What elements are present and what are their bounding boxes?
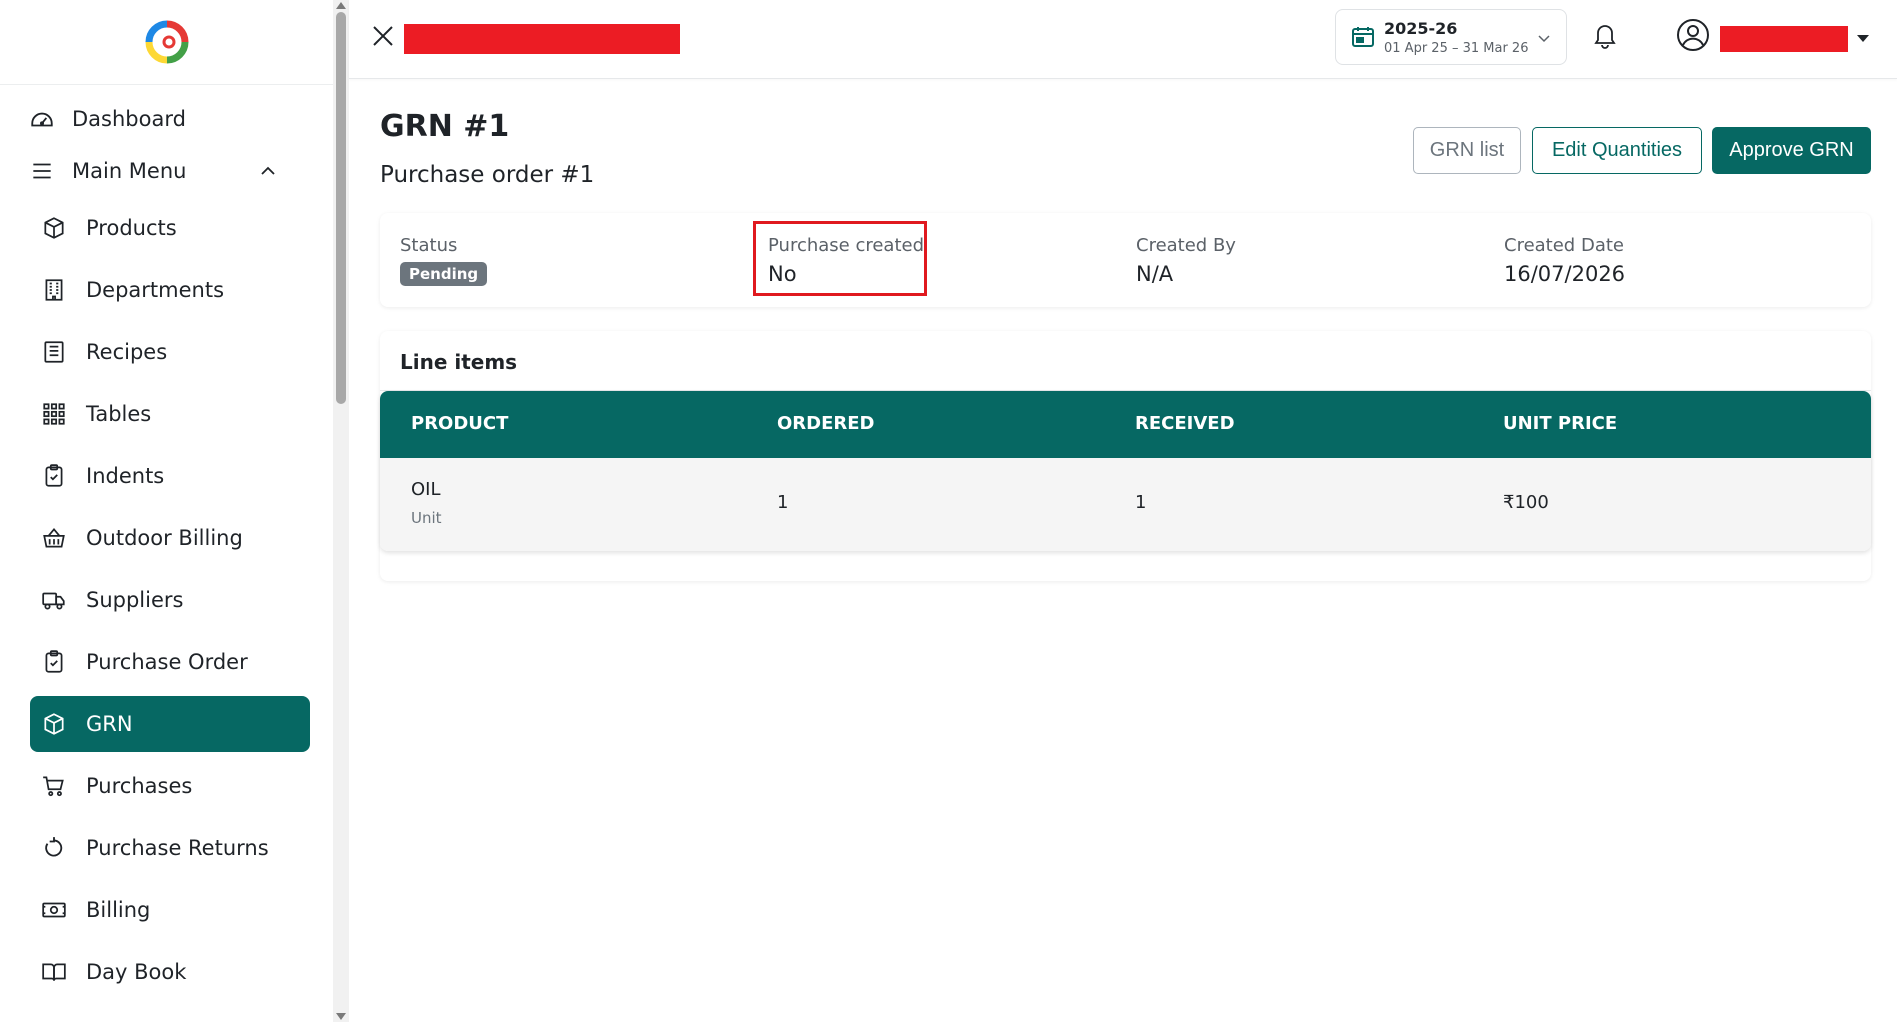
status-label: Status xyxy=(400,235,458,256)
sidebar-item-departments[interactable]: Departments xyxy=(30,262,310,318)
unit-price-value: ₹100 xyxy=(1503,492,1549,513)
book-icon xyxy=(40,958,68,986)
grn-list-button[interactable]: GRN list xyxy=(1413,127,1521,174)
page-title: GRN #1 xyxy=(380,109,510,144)
received-value: 1 xyxy=(1135,492,1147,513)
sidebar-item-label: Departments xyxy=(86,278,225,302)
column-header-product: PRODUCT xyxy=(411,413,509,434)
column-header-unit-price: UNIT PRICE xyxy=(1503,413,1618,434)
financial-year-selector[interactable]: 2025-26 01 Apr 25 – 31 Mar 26 xyxy=(1335,9,1567,65)
edit-quantities-button[interactable]: Edit Quantities xyxy=(1532,127,1702,174)
sidebar-scrollbar[interactable] xyxy=(333,0,349,1022)
sidebar-item-products[interactable]: Products xyxy=(30,200,310,256)
sidebar-item-purchase-order[interactable]: Purchase Order xyxy=(30,634,310,690)
main-content: GRN #1 Purchase order #1 GRN list Edit Q… xyxy=(349,79,1897,1022)
created-date-value: 16/07/2026 xyxy=(1504,262,1626,286)
highlight-box xyxy=(753,221,927,296)
cash-icon xyxy=(40,896,68,924)
sidebar-item-label: Purchases xyxy=(86,774,193,798)
sidebar-item-day-book[interactable]: Day Book xyxy=(30,944,310,1000)
sidebar-item-label: Outdoor Billing xyxy=(86,526,243,550)
sidebar-item-label: Indents xyxy=(86,464,165,488)
sidebar-item-purchase-returns[interactable]: Purchase Returns xyxy=(30,820,310,876)
sidebar-item-tables[interactable]: Tables xyxy=(30,386,310,442)
scroll-up-icon[interactable] xyxy=(336,2,346,9)
building-icon xyxy=(40,276,68,304)
sidebar-item-label: Billing xyxy=(86,898,151,922)
sidebar-item-label: Recipes xyxy=(86,340,168,364)
fy-year: 2025-26 xyxy=(1384,19,1458,38)
redacted-username xyxy=(1720,26,1848,52)
created-by-label: Created By xyxy=(1136,235,1236,256)
topbar: 2025-26 01 Apr 25 – 31 Mar 26 xyxy=(349,0,1897,79)
calendar-icon xyxy=(1352,27,1374,47)
product-name: OIL xyxy=(411,479,441,500)
recipe-icon xyxy=(40,338,68,366)
sidebar-item-main-menu[interactable]: Main Menu xyxy=(18,143,298,199)
sidebar-item-label: Dashboard xyxy=(72,107,186,131)
box-icon xyxy=(40,710,68,738)
app-logo-icon[interactable] xyxy=(145,20,189,64)
sidebar-item-billing[interactable]: Billing xyxy=(30,882,310,938)
sidebar-item-indents[interactable]: Indents xyxy=(30,448,310,504)
grn-info-card: Status Pending Purchase created No Creat… xyxy=(380,213,1871,307)
clipboard-icon xyxy=(40,462,68,490)
user-avatar-icon[interactable] xyxy=(1676,18,1710,52)
sidebar-item-recipes[interactable]: Recipes xyxy=(30,324,310,380)
menu-icon xyxy=(28,157,56,185)
chevron-down-icon xyxy=(1538,35,1550,43)
sidebar-item-label: GRN xyxy=(86,712,133,736)
truck-icon xyxy=(40,586,68,614)
line-items-table: PRODUCT ORDERED RECEIVED UNIT PRICE OIL … xyxy=(380,391,1871,551)
ordered-value: 1 xyxy=(777,492,789,513)
return-icon xyxy=(40,834,68,862)
sidebar-item-outdoor-billing[interactable]: Outdoor Billing xyxy=(30,510,310,566)
fy-range: 01 Apr 25 – 31 Mar 26 xyxy=(1384,41,1529,56)
box-icon xyxy=(40,214,68,242)
scroll-down-icon[interactable] xyxy=(336,1013,346,1020)
redacted-title xyxy=(404,24,680,54)
approve-grn-button[interactable]: Approve GRN xyxy=(1712,127,1871,174)
clipboard-check-icon xyxy=(40,648,68,676)
user-menu-caret-icon[interactable] xyxy=(1857,35,1869,42)
table-row: OIL Unit 1 1 ₹100 xyxy=(380,458,1871,551)
sidebar-item-label: Purchase Order xyxy=(86,650,248,674)
sidebar-item-label: Products xyxy=(86,216,177,240)
line-items-title: Line items xyxy=(400,350,518,374)
basket-icon xyxy=(40,524,68,552)
sidebar-item-suppliers[interactable]: Suppliers xyxy=(30,572,310,628)
scrollbar-thumb[interactable] xyxy=(336,12,346,404)
created-date-label: Created Date xyxy=(1504,235,1624,256)
bell-icon[interactable] xyxy=(1591,20,1619,50)
column-header-ordered: ORDERED xyxy=(777,413,875,434)
cart-icon xyxy=(40,772,68,800)
close-icon[interactable] xyxy=(369,22,397,50)
logo-area xyxy=(0,0,333,85)
page-subtitle: Purchase order #1 xyxy=(380,162,595,188)
chevron-up-icon[interactable] xyxy=(258,161,278,181)
sidebar-item-label: Main Menu xyxy=(72,159,187,183)
created-by-field: Created By N/A xyxy=(1136,235,1236,286)
created-date-field: Created Date 16/07/2026 xyxy=(1504,235,1625,286)
sidebar: Dashboard Main Menu Products Departments xyxy=(0,0,333,1022)
product-unit: Unit xyxy=(411,509,442,527)
sidebar-item-label: Day Book xyxy=(86,960,187,984)
sidebar-item-purchases[interactable]: Purchases xyxy=(30,758,310,814)
table-header: PRODUCT ORDERED RECEIVED UNIT PRICE xyxy=(380,391,1871,458)
sidebar-item-grn[interactable]: GRN xyxy=(30,696,310,752)
sidebar-item-dashboard[interactable]: Dashboard xyxy=(18,91,298,147)
column-header-received: RECEIVED xyxy=(1135,413,1235,434)
sidebar-item-label: Suppliers xyxy=(86,588,184,612)
created-by-value: N/A xyxy=(1136,262,1174,286)
dashboard-icon xyxy=(28,105,56,133)
grid-icon xyxy=(40,400,68,428)
sidebar-item-label: Tables xyxy=(86,402,152,426)
status-field: Status Pending xyxy=(400,235,488,286)
sidebar-item-label: Purchase Returns xyxy=(86,836,269,860)
line-items-card: Line items PRODUCT ORDERED RECEIVED UNIT… xyxy=(380,331,1871,581)
status-badge: Pending xyxy=(400,262,488,286)
